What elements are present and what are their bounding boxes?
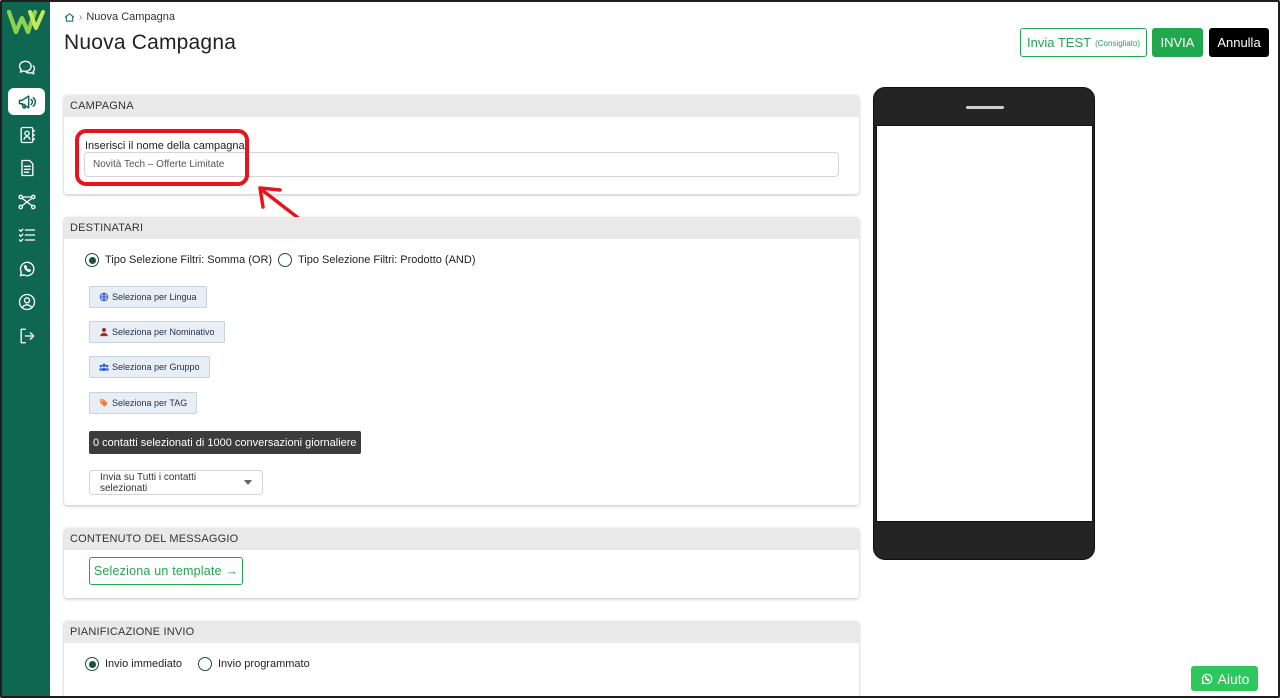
breadcrumb-current: Nuova Campagna	[86, 11, 176, 23]
send-target-select[interactable]: Invia su Tutti i contatti selezionati	[89, 470, 263, 495]
filter-mode-or-radio[interactable]: Tipo Selezione Filtri: Somma (OR)	[85, 253, 272, 267]
nav-tasks[interactable]	[8, 221, 45, 248]
tags-icon	[99, 399, 108, 407]
send-test-button[interactable]: Invia TEST (Consigliato)	[1020, 28, 1147, 57]
filter-mode-or-label: Tipo Selezione Filtri: Somma (OR)	[105, 254, 273, 266]
document-icon	[20, 159, 33, 176]
phone-screen	[876, 125, 1093, 522]
home-icon[interactable]	[64, 12, 75, 23]
filter-name-label: Seleziona per Nominativo	[112, 327, 215, 337]
phone-speaker	[966, 106, 1004, 109]
schedule-section-title: PIANIFICAZIONE INVIO	[64, 621, 859, 643]
flow-nodes-icon	[17, 194, 36, 209]
megaphone-icon	[18, 94, 36, 109]
filter-name-button[interactable]: Seleziona per Nominativo	[89, 321, 225, 343]
recipients-card: DESTINATARI Tipo Selezione Filtri: Somma…	[64, 217, 859, 505]
send-test-note: (Consigliato)	[1095, 39, 1140, 48]
caret-down-icon	[244, 480, 252, 485]
chat-bubbles-icon	[18, 60, 35, 74]
cancel-button[interactable]: Annulla	[1209, 28, 1269, 57]
page-title: Nuova Campagna	[64, 31, 237, 54]
app-logo[interactable]	[7, 9, 45, 35]
filter-mode-and-radio[interactable]: Tipo Selezione Filtri: Prodotto (AND)	[278, 253, 476, 267]
send-test-label: Invia TEST	[1027, 35, 1092, 50]
help-label: Aiuto	[1217, 670, 1250, 687]
campaign-section-title: CAMPAGNA	[64, 95, 859, 117]
send-scheduled-radio[interactable]: Invio programmato	[198, 657, 310, 671]
filter-mode-and-label: Tipo Selezione Filtri: Prodotto (AND)	[298, 254, 476, 266]
sidebar	[2, 2, 50, 696]
user-circle-icon	[18, 293, 35, 310]
filter-tag-label: Seleziona per TAG	[112, 398, 188, 408]
whatsapp-icon	[19, 261, 34, 276]
nav-profile[interactable]	[8, 288, 45, 315]
campaign-name-label: Inserisci il nome della campagna*	[85, 140, 249, 152]
radio-unchecked-icon	[198, 657, 212, 671]
recipients-section-title: DESTINATARI	[64, 217, 859, 239]
nav-whatsapp[interactable]	[8, 255, 45, 282]
radio-checked-icon	[85, 253, 99, 267]
contacts-book-icon	[20, 126, 35, 143]
filter-group-label: Seleziona per Gruppo	[112, 362, 200, 372]
send-immediate-label: Invio immediato	[105, 658, 183, 670]
nav-contacts[interactable]	[8, 121, 45, 148]
filter-group-button[interactable]: Seleziona per Gruppo	[89, 356, 210, 378]
send-target-value: Invia su Tutti i contatti selezionati	[100, 471, 197, 494]
schedule-card: PIANIFICAZIONE INVIO Invio immediato Inv…	[64, 621, 859, 696]
radio-unchecked-icon	[278, 253, 292, 267]
breadcrumb: › Nuova Campagna	[64, 11, 175, 23]
person-icon	[100, 327, 108, 337]
filter-language-button[interactable]: Seleziona per Lingua	[89, 286, 207, 308]
send-scheduled-label: Invio programmato	[218, 658, 310, 670]
globe-icon	[99, 292, 109, 302]
nav-chats[interactable]	[8, 54, 45, 81]
app-window: › Nuova Campagna Nuova Campagna Invia TE…	[0, 0, 1280, 698]
checklist-icon	[18, 228, 35, 242]
radio-checked-icon	[85, 657, 99, 671]
content-card: CONTENUTO DEL MESSAGGIO Seleziona un tem…	[64, 528, 859, 598]
logout-icon	[20, 328, 34, 343]
selected-count-badge: 0 contatti selezionati di 1000 conversaz…	[89, 431, 361, 454]
send-immediate-radio[interactable]: Invio immediato	[85, 657, 182, 671]
chevron-right-icon: ›	[79, 11, 83, 23]
nav-logout[interactable]	[8, 322, 45, 349]
help-button[interactable]: Aiuto	[1191, 666, 1258, 691]
nav-flows[interactable]	[8, 188, 45, 215]
select-template-button[interactable]: Seleziona un template →	[89, 557, 243, 585]
required-mark: *	[244, 140, 249, 152]
phone-preview	[873, 87, 1095, 560]
filter-tag-button[interactable]: Seleziona per TAG	[89, 392, 198, 414]
filter-language-label: Seleziona per Lingua	[112, 292, 197, 302]
content-section-title: CONTENUTO DEL MESSAGGIO	[64, 528, 859, 550]
send-button[interactable]: INVIA	[1152, 28, 1203, 57]
nav-campaigns[interactable]	[8, 88, 45, 115]
campaign-card: CAMPAGNA Inserisci il nome della campagn…	[64, 95, 859, 194]
whatsapp-icon	[1201, 673, 1212, 684]
users-icon	[99, 363, 109, 371]
nav-documents[interactable]	[8, 154, 45, 181]
campaign-name-label-text: Inserisci il nome della campagna	[85, 140, 245, 152]
campaign-name-input[interactable]	[84, 152, 839, 177]
